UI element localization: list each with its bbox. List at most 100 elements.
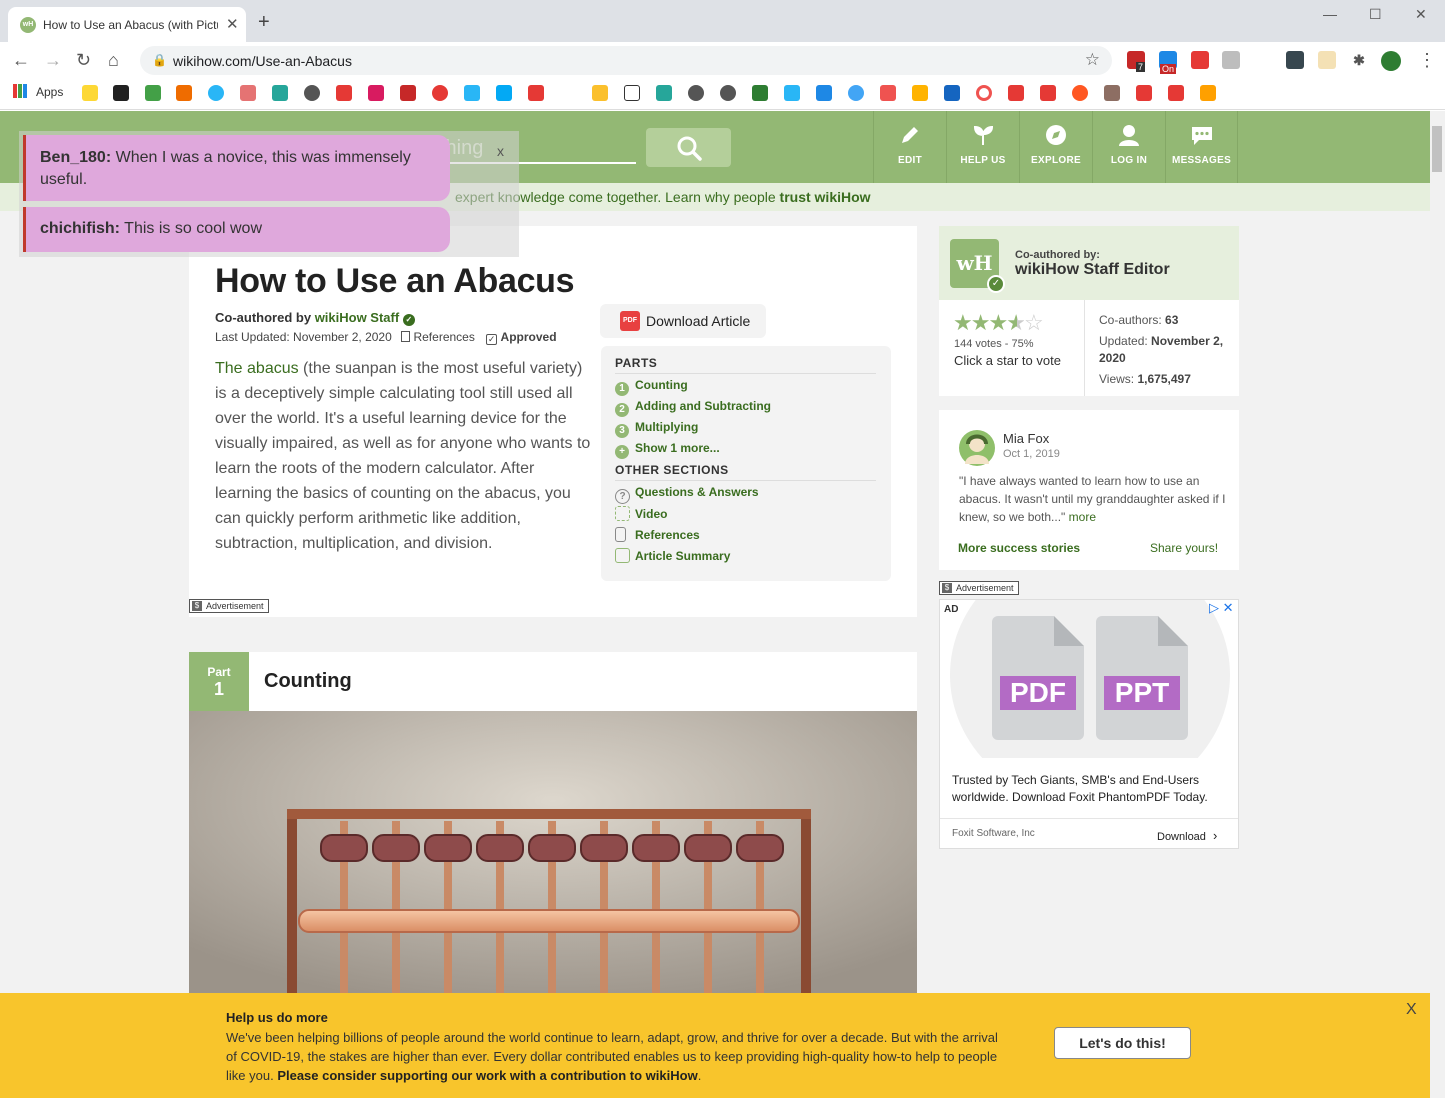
- more-success-stories-link[interactable]: More success stories: [958, 541, 1080, 555]
- extension-tp-icon[interactable]: [1254, 51, 1272, 69]
- approved-badge[interactable]: Approved: [501, 330, 557, 344]
- bookmark-icon-19[interactable]: [912, 85, 928, 101]
- bookmark-star-icon[interactable]: ☆: [1085, 50, 1100, 70]
- trust-wikihow-link[interactable]: trust wikiHow: [780, 189, 871, 205]
- bookmark-globe-icon-3[interactable]: [720, 85, 736, 101]
- nav-edit[interactable]: EDIT: [873, 111, 946, 183]
- ad-close-icon[interactable]: ▷ ✕: [1209, 600, 1234, 616]
- scrollbar[interactable]: [1430, 111, 1445, 1098]
- share-yours-link[interactable]: Share yours!: [1150, 541, 1218, 555]
- bookmark-icon-21[interactable]: [976, 85, 992, 101]
- nav-explore[interactable]: EXPLORE: [1019, 111, 1092, 183]
- bookmark-icon-7[interactable]: [336, 85, 352, 101]
- bookmark-icon-14[interactable]: [656, 85, 672, 101]
- lets-do-this-button[interactable]: Let's do this!: [1054, 1027, 1191, 1059]
- bookmark-firebase-icon[interactable]: [1200, 85, 1216, 101]
- bookmark-icon-1[interactable]: [113, 85, 129, 101]
- bookmark-icon-25[interactable]: [1136, 85, 1152, 101]
- extension-dots-icon[interactable]: [1286, 51, 1304, 69]
- ad-banner[interactable]: PDF PPT AD ▷ ✕: [940, 600, 1238, 758]
- scrollbar-thumb[interactable]: [1432, 126, 1442, 172]
- close-tab-icon[interactable]: ✕: [226, 15, 239, 33]
- bookmark-icon-17[interactable]: [848, 85, 864, 101]
- apps-bookmark[interactable]: Apps: [36, 85, 63, 99]
- new-tab-icon[interactable]: +: [258, 12, 270, 32]
- bookmark-icon-3[interactable]: [176, 85, 192, 101]
- extension-badge: 7: [1136, 62, 1146, 72]
- bookmark-icon-22[interactable]: [1008, 85, 1024, 101]
- nav-messages[interactable]: MESSAGES: [1165, 111, 1238, 183]
- donation-close-icon[interactable]: X: [1406, 1001, 1417, 1019]
- abacus-link[interactable]: The abacus: [215, 360, 299, 377]
- reload-icon[interactable]: ↻: [76, 50, 91, 70]
- bookmark-globe-icon[interactable]: [304, 85, 320, 101]
- author-name[interactable]: wikiHow Staff Editor: [1015, 261, 1170, 279]
- maximize-icon[interactable]: ☐: [1369, 6, 1382, 23]
- browser-tab[interactable]: wH How to Use an Abacus (with Pictures) …: [8, 7, 246, 42]
- bookmark-icon-26[interactable]: [1168, 85, 1184, 101]
- star-icon[interactable]: ★: [971, 310, 991, 335]
- bookmark-icon-4[interactable]: [208, 85, 224, 101]
- bookmark-icon-15[interactable]: [784, 85, 800, 101]
- bookmark-icon-16[interactable]: [816, 85, 832, 101]
- sidebar-ad[interactable]: PDF PPT AD ▷ ✕ Trusted by Tech Giants, S…: [939, 599, 1239, 849]
- nav-log-in[interactable]: LOG IN: [1092, 111, 1165, 183]
- star-empty-icon[interactable]: ☆: [1024, 310, 1044, 335]
- bookmark-icon-9[interactable]: [400, 85, 416, 101]
- toc-show-more[interactable]: + Show 1 more...: [615, 441, 720, 459]
- coauthor-link[interactable]: wikiHow Staff: [315, 310, 400, 325]
- search-button[interactable]: [646, 128, 731, 167]
- forward-icon[interactable]: →: [44, 50, 62, 70]
- address-bar[interactable]: 🔒 wikihow.com/Use-an-Abacus ☆: [140, 46, 1112, 75]
- star-rating[interactable]: ★★★★☆: [953, 310, 1044, 335]
- ad-download-button[interactable]: Download ›: [1157, 828, 1217, 843]
- toc-part-multiplying[interactable]: 3 Multiplying: [615, 420, 698, 438]
- extensions-puzzle-icon[interactable]: ✱: [1350, 51, 1368, 69]
- download-article-button[interactable]: PDF Download Article: [600, 304, 766, 338]
- star-half-icon[interactable]: ★: [1006, 310, 1026, 335]
- menu-kebab-icon[interactable]: ⋮: [1418, 50, 1436, 70]
- nav-help-us[interactable]: HELP US: [946, 111, 1019, 183]
- bookmark-icon-11[interactable]: [464, 85, 480, 101]
- bookmark-play-icon[interactable]: [528, 85, 544, 101]
- story-more-link[interactable]: more: [1069, 510, 1096, 524]
- overlay-close-icon[interactable]: x: [497, 143, 504, 159]
- bookmark-icon-2[interactable]: [145, 85, 161, 101]
- bookmark-reddit-icon[interactable]: [1072, 85, 1088, 101]
- star-icon[interactable]: ★: [953, 310, 973, 335]
- abacus-illustration[interactable]: [189, 711, 917, 1011]
- bookmark-icon-20[interactable]: [944, 85, 960, 101]
- toc-part-counting[interactable]: 1 Counting: [615, 378, 688, 396]
- toc-article-summary[interactable]: Article Summary: [615, 548, 730, 563]
- back-icon[interactable]: ←: [12, 50, 30, 70]
- apps-grid-icon[interactable]: [13, 84, 27, 98]
- profile-avatar[interactable]: [1381, 51, 1401, 71]
- bookmark-icon-18[interactable]: [880, 85, 896, 101]
- toc-video[interactable]: Video: [615, 506, 667, 521]
- bookmark-globe-icon-2[interactable]: [688, 85, 704, 101]
- bookmark-icon-13[interactable]: [592, 85, 608, 101]
- bookmark-icon-5[interactable]: [240, 85, 256, 101]
- adchoices-icon[interactable]: ▷: [1209, 600, 1219, 615]
- toc-parts-heading: PARTS: [615, 356, 876, 374]
- bookmark-icon-23[interactable]: [1040, 85, 1056, 101]
- extension-youtube-icon[interactable]: [1191, 51, 1209, 69]
- bookmark-icon-6[interactable]: [272, 85, 288, 101]
- extension-figure-icon[interactable]: [1318, 51, 1336, 69]
- close-window-icon[interactable]: ✕: [1415, 6, 1427, 23]
- minimize-icon[interactable]: —: [1323, 6, 1337, 22]
- star-icon[interactable]: ★: [988, 310, 1008, 335]
- bookmark-nyt-icon[interactable]: [624, 85, 640, 101]
- toc-references[interactable]: References: [615, 527, 700, 542]
- bookmark-icon-10[interactable]: [432, 85, 448, 101]
- bookmark-plus-icon[interactable]: [752, 85, 768, 101]
- bookmark-icon-12[interactable]: [496, 85, 512, 101]
- bookmark-folder-icon[interactable]: [82, 85, 98, 101]
- home-icon[interactable]: ⌂: [108, 50, 119, 70]
- toc-questions-answers[interactable]: ? Questions & Answers: [615, 485, 759, 504]
- bookmark-icon-8[interactable]: [368, 85, 384, 101]
- references-link[interactable]: References: [413, 330, 474, 344]
- extension-k-icon[interactable]: [1222, 51, 1240, 69]
- bookmark-icon-24[interactable]: [1104, 85, 1120, 101]
- toc-part-adding[interactable]: 2 Adding and Subtracting: [615, 399, 771, 417]
